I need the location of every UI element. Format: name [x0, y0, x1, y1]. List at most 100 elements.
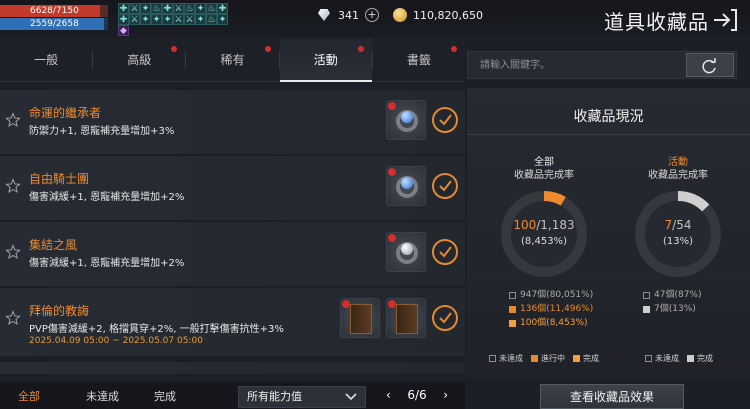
collection-name: 自由騎士團	[29, 172, 90, 186]
legend-not-done: 未達成	[655, 354, 679, 363]
ability-select[interactable]: 所有能力值	[238, 386, 366, 408]
buff-icon[interactable]: ✚	[118, 3, 129, 14]
mp-bar: 2559/2658	[0, 18, 108, 30]
star-icon[interactable]	[5, 178, 21, 194]
divider	[467, 134, 750, 135]
legend-done: 完成	[697, 354, 713, 363]
gauge-event-label: 活動	[668, 157, 688, 168]
collection-row[interactable]: 集結之風傷害減緩+1, 恩寵補充量增加+2%	[0, 222, 465, 286]
buff-icon[interactable]: ⚔	[173, 14, 184, 25]
collection-row[interactable]: 卡爾薩的教誨	[0, 362, 465, 374]
stat-done: 100個(8,453%)	[520, 318, 588, 328]
tab-2[interactable]: 稀有	[186, 38, 278, 81]
gauge-all-label: 全部	[534, 157, 554, 168]
buff-icon[interactable]: ✦	[140, 3, 151, 14]
gauge-all-count: 100/1,183	[498, 218, 590, 232]
collection-name: 命運的繼承者	[29, 106, 102, 120]
buff-icon[interactable]: ♨	[206, 3, 217, 14]
buff-icon[interactable]: ♨	[206, 14, 217, 25]
collection-row[interactable]: 命運的繼承者防禦力+1, 恩寵補充量增加+3%	[0, 90, 465, 154]
filter-0[interactable]: 全部	[0, 388, 68, 404]
exit-arrow-icon[interactable]	[712, 8, 738, 32]
stat-in-progress: 136個(11,496%)	[520, 304, 594, 314]
gauge-event: 活動 收藏品完成率 7/54 (13%) 47個(87%) 7個(13%)	[623, 156, 733, 316]
check-icon[interactable]	[432, 173, 458, 199]
buff-icon[interactable]: ✦	[151, 14, 162, 25]
tab-0[interactable]: 一般	[0, 38, 92, 81]
not-done-swatch	[509, 291, 516, 299]
collection-name: 集結之風	[29, 238, 78, 252]
page-title: 道具收藏品	[604, 10, 709, 34]
ring-item-icon[interactable]	[386, 232, 426, 272]
star-icon[interactable]	[5, 244, 21, 260]
buff-icon[interactable]: ⚔	[129, 3, 140, 14]
refresh-search-button[interactable]	[686, 53, 734, 77]
buff-icon[interactable]: ✦	[195, 14, 206, 25]
star-icon[interactable]	[5, 112, 21, 128]
buff-icon[interactable]: ⚔	[129, 14, 140, 25]
done-swatch	[509, 319, 516, 327]
buff-icon[interactable]: ✚	[162, 3, 173, 14]
filter-2[interactable]: 完成	[136, 388, 204, 404]
gauge-event-ring: 7/54 (13%)	[632, 188, 724, 280]
buff-icon[interactable]: ✦	[162, 14, 173, 25]
collection-effect: 防禦力+1, 恩寵補充量增加+3%	[29, 126, 175, 137]
prev-page-button[interactable]: ‹	[386, 388, 391, 402]
tab-3[interactable]: 活動	[279, 38, 373, 82]
check-icon[interactable]	[432, 305, 458, 331]
tab-1[interactable]: 高級	[93, 38, 185, 81]
book-item-icon[interactable]	[340, 298, 380, 338]
buff-icon[interactable]: ✚	[217, 3, 228, 14]
star-icon[interactable]	[5, 310, 21, 326]
check-icon[interactable]	[432, 107, 458, 133]
gauge-all: 全部 收藏品完成率 100/1,183 (8,453%) 947個(80,051…	[489, 156, 599, 330]
gauge-event-stats: 47個(87%) 7個(13%)	[623, 288, 733, 316]
buff-icon-grid: ✚ ⚔ ✦ ♨ ✚ ⚔ ♨ ✦ ♨ ✚ ✚ ⚔ ✦ ✦ ✦ ⚔ ⚔ ✦ ♨ ✦ ◆	[118, 3, 230, 37]
collection-row[interactable]: 拜倫的教誨 PVP傷害減緩+2, 格擋貫穿+2%, 一般打擊傷害抗性+3% 2025…	[0, 288, 465, 356]
diamond-icon	[316, 9, 332, 21]
search-box	[467, 51, 737, 79]
buff-icon[interactable]: ✚	[118, 14, 129, 25]
filter-1[interactable]: 未達成	[68, 388, 136, 404]
legend-done: 完成	[583, 354, 599, 363]
gauge-all-total: /1,183	[536, 218, 575, 232]
gold-coin-icon	[393, 8, 407, 22]
buff-icon[interactable]: ♨	[151, 3, 162, 14]
pager: ‹ 6/6 ›	[386, 388, 448, 402]
buff-icon[interactable]: ✦	[140, 14, 151, 25]
stat-done: 7個(13%)	[654, 304, 696, 314]
refresh-icon	[702, 58, 716, 74]
buff-icon[interactable]: ⚔	[184, 14, 195, 25]
collection-period: 2025.04.09 05:00 ~ 2025.05.07 05:00	[29, 336, 203, 346]
diamond-count: 341	[338, 8, 359, 22]
legend-all: 未達成 進行中 完成	[489, 353, 599, 364]
gold-count: 110,820,650	[413, 8, 483, 22]
book-item-icon[interactable]	[386, 298, 426, 338]
buff-icon[interactable]: ✦	[195, 3, 206, 14]
hp-bar: 6628/7150	[0, 5, 108, 17]
collection-list[interactable]: 命運的繼承者 防禦力+1, 恩寵補充量增加+3% 自由騎士團 傷害減緩+1, 恩寵補充…	[0, 90, 465, 374]
next-page-button[interactable]: ›	[443, 388, 448, 402]
legend-not-done: 未達成	[499, 354, 523, 363]
ring-item-icon[interactable]	[386, 166, 426, 206]
legend-in-progress: 進行中	[541, 354, 565, 363]
notification-dot	[171, 46, 178, 52]
collection-effect: 傷害減緩+1, 恩寵補充量增加+2%	[29, 258, 185, 269]
buff-icon[interactable]: ♨	[184, 3, 195, 14]
tab-4[interactable]: 書籤	[373, 38, 465, 81]
hp-text: 6628/7150	[30, 6, 79, 16]
search-input[interactable]	[468, 52, 683, 78]
mp-text: 2559/2658	[30, 19, 79, 29]
tab-label: 書籤	[406, 53, 431, 67]
buff-icon[interactable]: ⚔	[173, 3, 184, 14]
buff-icon[interactable]: ✦	[217, 14, 228, 25]
view-collection-effects-button[interactable]: 查看收藏品效果	[540, 384, 684, 409]
buff-icon[interactable]: ◆	[118, 25, 129, 36]
collection-row[interactable]: 自由騎士團 傷害減緩+1, 恩寵補充量增加+2%	[0, 156, 465, 220]
check-icon[interactable]	[432, 239, 458, 265]
ring-item-icon[interactable]	[386, 100, 426, 140]
stat-not-done: 947個(80,051%)	[520, 290, 594, 300]
add-diamond-button[interactable]: +	[365, 8, 379, 22]
notification-dot	[264, 46, 271, 52]
collection-status-panel: 收藏品現況 全部 收藏品完成率 100/1,183 (8,453%) 947個(…	[467, 88, 750, 378]
